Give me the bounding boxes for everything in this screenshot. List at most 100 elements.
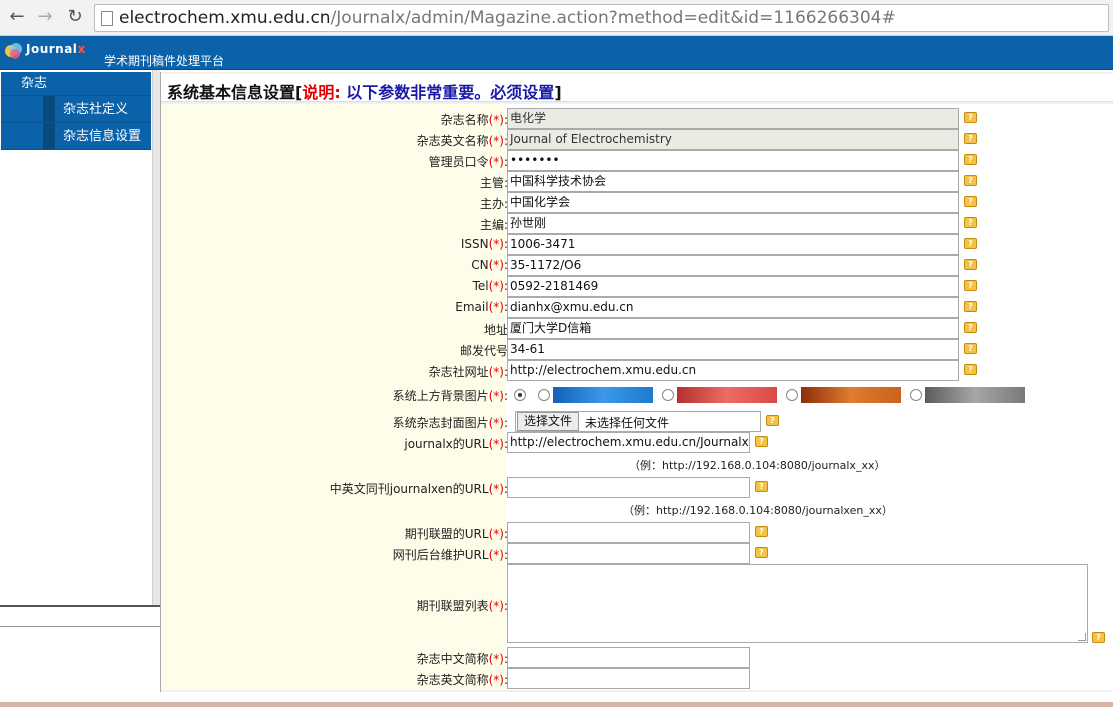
help-icon[interactable]: ? — [755, 547, 768, 558]
tel-input[interactable]: 0592-2181469 — [507, 276, 959, 297]
email-input[interactable]: dianhx@xmu.edu.cn — [507, 297, 959, 318]
help-icon[interactable]: ? — [755, 481, 768, 492]
page-icon — [101, 11, 113, 26]
field-label: 中英文同刊journalxen的URL(*): — [329, 482, 508, 496]
sidebar-item-magazine-settings[interactable]: 杂志信息设置 — [1, 123, 151, 150]
help-icon[interactable]: ? — [1092, 632, 1105, 643]
bg-radio-gray[interactable] — [910, 389, 922, 401]
bg-radio-red[interactable] — [662, 389, 674, 401]
help-icon[interactable]: ? — [964, 196, 977, 207]
sidebar: 杂志 杂志社定义 杂志信息设置 — [0, 70, 160, 610]
field-label: CN(*): — [471, 258, 508, 272]
journalxen-url-example: （例：http://192.168.0.104:8080/journalxen_… — [623, 504, 893, 517]
postal-code-input[interactable]: 34-61 — [507, 339, 959, 360]
help-icon[interactable]: ? — [755, 436, 768, 447]
field-label: Email(*): — [455, 300, 508, 314]
bg-radio-orange[interactable] — [786, 389, 798, 401]
forward-arrow-icon[interactable]: → — [34, 6, 56, 28]
bg-swatch-gray[interactable] — [925, 387, 1025, 403]
help-icon[interactable]: ? — [964, 154, 977, 165]
main-panel: 系统基本信息设置[说明: 以下参数非常重要。必须设置] 杂志名称(*): 电化学… — [160, 72, 1113, 692]
sidebar-section-magazine[interactable]: 杂志 — [1, 72, 151, 96]
back-arrow-icon[interactable]: ← — [6, 6, 28, 28]
help-icon[interactable]: ? — [964, 364, 977, 375]
sidebar-item-magazine-define[interactable]: 杂志社定义 — [1, 96, 151, 123]
title-main: 系统基本信息设置[ — [167, 83, 303, 102]
field-row-cn: CN(*): 35-1172/O6 ? — [161, 255, 1113, 276]
reload-icon[interactable]: ↻ — [64, 6, 86, 28]
help-icon[interactable]: ? — [964, 133, 977, 144]
field-label: 杂志名称(*): — [440, 113, 508, 127]
field-row-journalx-url: journalx的URL(*): http://electrochem.xmu.… — [161, 432, 1113, 453]
help-icon[interactable]: ? — [755, 526, 768, 537]
cn-input[interactable]: 35-1172/O6 — [507, 255, 959, 276]
magazine-en-name-input[interactable]: Journal of Electrochemistry — [507, 129, 959, 150]
bg-radio-none[interactable] — [514, 389, 526, 401]
sidebar-menu: 杂志 杂志社定义 杂志信息设置 — [1, 72, 151, 150]
help-icon[interactable]: ? — [964, 343, 977, 354]
admin-password-input[interactable]: ••••••• — [507, 150, 959, 171]
en-abbr-input[interactable] — [507, 668, 750, 689]
issn-input[interactable]: 1006-3471 — [507, 234, 959, 255]
bg-radio-blue[interactable] — [538, 389, 550, 401]
field-label: journalx的URL(*): — [404, 437, 508, 451]
page-title: 系统基本信息设置[说明: 以下参数非常重要。必须设置] — [167, 79, 562, 103]
field-row-editor: 主编: 孙世刚 ? — [161, 213, 1113, 234]
union-list-textarea[interactable] — [507, 564, 1088, 643]
app-header: Journalx 学术期刊稿件处理平台 — [0, 36, 1113, 70]
maintenance-url-input[interactable] — [507, 543, 750, 564]
chief-editor-input[interactable]: 孙世刚 — [507, 213, 959, 234]
taskbar-strip — [0, 702, 1113, 707]
field-row-address: 地址 厦门大学D信箱 ? — [161, 318, 1113, 339]
field-row-issn: ISSN(*): 1006-3471 ? — [161, 234, 1113, 255]
help-icon[interactable]: ? — [964, 217, 977, 228]
sidebar-scrollbar[interactable] — [152, 70, 160, 610]
journalx-url-input[interactable]: http://electrochem.xmu.edu.cn/Journalx — [507, 432, 750, 453]
field-label: 网刊后台维护URL(*): — [392, 548, 508, 562]
help-icon[interactable]: ? — [964, 259, 977, 270]
settings-form: 杂志名称(*): 电化学 ? 杂志英文名称(*): Journal of Ele… — [161, 104, 1113, 690]
cn-abbr-input[interactable] — [507, 647, 750, 668]
url-path: /Journalx/admin/Magazine.action?method=e… — [330, 8, 896, 28]
resize-grip-icon[interactable] — [1078, 633, 1086, 641]
field-row-cn-abbr: 杂志中文简称(*): — [161, 647, 1113, 668]
help-icon[interactable]: ? — [766, 415, 779, 426]
help-icon[interactable]: ? — [964, 175, 977, 186]
field-label: Tel(*): — [472, 279, 508, 293]
field-label: 主编: — [479, 218, 508, 232]
field-label: 系统上方背景图片(*): — [392, 389, 508, 403]
help-icon[interactable]: ? — [964, 280, 977, 291]
help-icon[interactable]: ? — [964, 238, 977, 249]
field-label: 地址 — [483, 323, 508, 337]
field-row-postcode: 邮发代号 34-61 ? — [161, 339, 1113, 360]
field-label: 杂志社网址(*): — [428, 365, 508, 379]
address-bar[interactable]: electrochem.xmu.edu.cn/Journalx/admin/Ma… — [94, 4, 1109, 32]
help-icon[interactable]: ? — [964, 322, 977, 333]
supervisor-input[interactable]: 中国科学技术协会 — [507, 171, 959, 192]
address-input[interactable]: 厦门大学D信箱 — [507, 318, 959, 339]
magazine-name-input[interactable]: 电化学 — [507, 108, 959, 129]
journalxen-url-input[interactable] — [507, 477, 750, 498]
help-icon[interactable]: ? — [964, 112, 977, 123]
bg-swatch-blue[interactable] — [553, 387, 653, 403]
url-text[interactable]: electrochem.xmu.edu.cn/Journalx/admin/Ma… — [119, 8, 896, 28]
field-row-bg-image: 系统上方背景图片(*): — [161, 384, 1113, 406]
bg-swatch-orange[interactable] — [801, 387, 901, 403]
field-row-password: 管理员口令(*): ••••••• ? — [161, 150, 1113, 171]
choose-file-button[interactable]: 选择文件 — [517, 412, 580, 431]
title-note: 说明: — [302, 83, 341, 102]
bg-swatch-red[interactable] — [677, 387, 777, 403]
help-icon[interactable]: ? — [964, 301, 977, 312]
journalx-logo-icon — [5, 43, 22, 59]
field-label: 杂志英文简称(*): — [416, 673, 508, 687]
sidebar-item-label: 杂志信息设置 — [63, 129, 142, 144]
field-label: 邮发代号 — [459, 344, 508, 358]
union-url-input[interactable] — [507, 522, 750, 543]
url-host: electrochem.xmu.edu.cn — [119, 8, 331, 28]
field-row-name: 杂志名称(*): 电化学 ? — [161, 108, 1113, 129]
sponsor-input[interactable]: 中国化学会 — [507, 192, 959, 213]
field-label: 期刊联盟列表(*): — [416, 599, 508, 613]
website-input[interactable]: http://electrochem.xmu.edu.cn — [507, 360, 959, 381]
field-label: 管理员口令(*): — [428, 155, 508, 169]
browser-toolbar: ← → ↻ electrochem.xmu.edu.cn/Journalx/ad… — [0, 0, 1113, 36]
